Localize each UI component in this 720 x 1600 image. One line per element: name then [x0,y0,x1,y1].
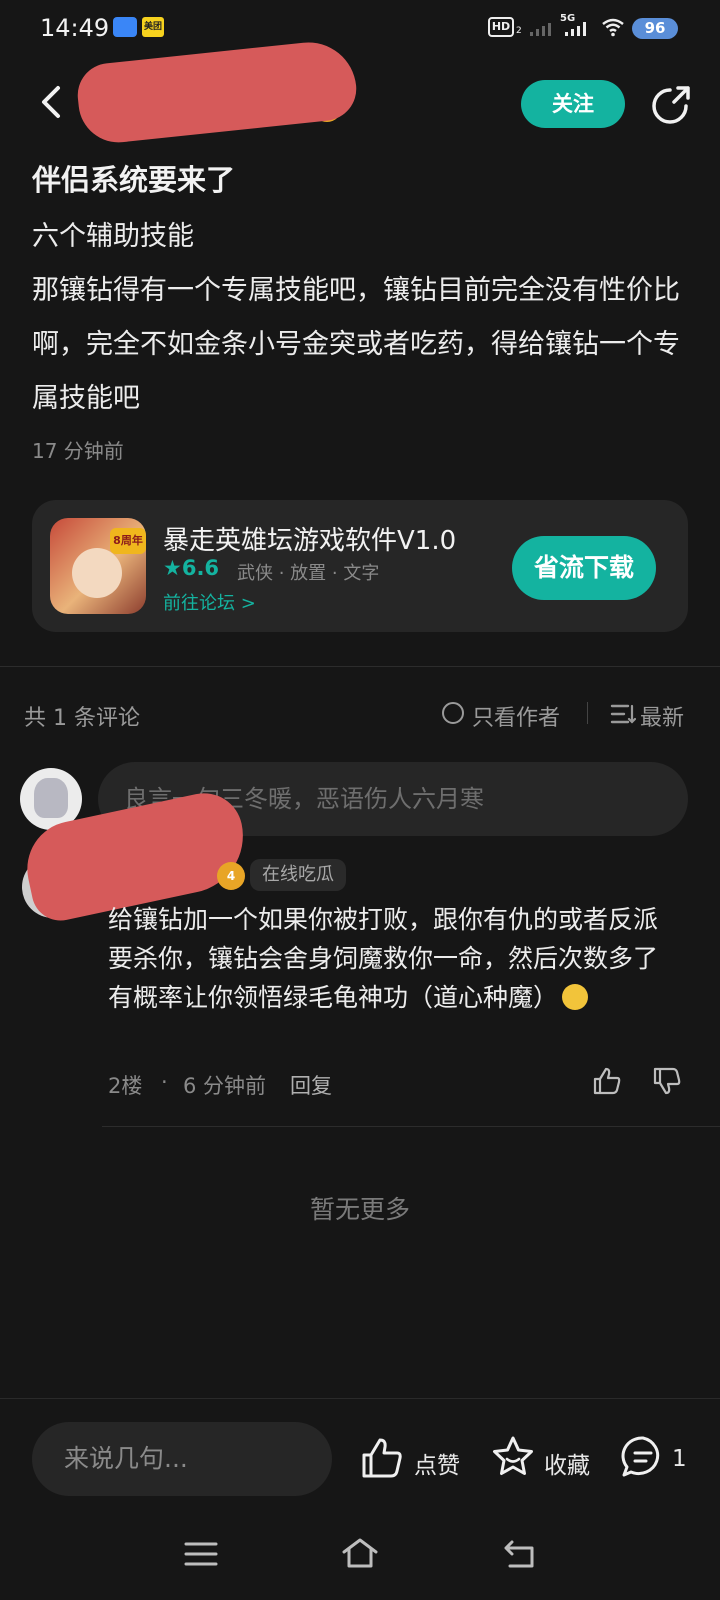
recent-apps-icon[interactable] [184,1540,218,1568]
commenter-tag: 在线吃瓜 [250,859,346,891]
thumbs-down-icon[interactable] [652,1066,682,1096]
status-time: 14:49 [40,14,110,42]
comment-separator: · [161,1070,168,1094]
home-icon[interactable] [340,1536,380,1570]
sort-latest[interactable]: 最新 [640,700,684,732]
wifi-icon [602,18,624,37]
star-icon[interactable] [490,1434,536,1480]
hd-voice-sub: 2 [516,26,522,36]
divider [102,1126,720,1127]
commenter-level-badge: 4 [217,862,245,890]
like-button-label[interactable]: 点赞 [414,1446,460,1480]
sort-icon[interactable] [610,703,636,725]
author-only-filter[interactable]: 只看作者 [472,700,560,732]
back-button[interactable] [30,80,74,124]
comment-floor: 2楼 [108,1074,143,1098]
like-icon[interactable] [360,1436,404,1480]
download-button[interactable]: 省流下载 [512,536,656,600]
hd-voice-icon: HD [488,17,514,37]
go-to-forum-link[interactable]: 前往论坛 > [163,589,256,615]
comment-count-badge[interactable]: 1 [672,1446,687,1472]
comment-time: 6 分钟前 [183,1074,267,1098]
game-icon[interactable]: 8周年 [50,518,146,614]
game-name[interactable]: 暴走英雄坛游戏软件V1.0 [163,520,456,557]
game-rating: ★6.6 [163,556,220,580]
divider [0,1398,720,1399]
app-notification-icon [113,17,137,37]
post-timestamp: 17 分钟前 [32,439,124,463]
redaction-mark [74,37,360,147]
back-nav-icon[interactable] [502,1538,538,1570]
game-tags: 武侠 · 放置 · 文字 [237,563,380,584]
follow-button[interactable]: 关注 [521,80,625,128]
favorite-button-label[interactable]: 收藏 [544,1446,590,1480]
thumbs-up-icon[interactable] [592,1066,622,1096]
game-icon-character [72,548,122,598]
signal-strong-icon [565,22,586,36]
divider [0,666,720,667]
share-icon[interactable] [648,84,692,128]
anniversary-badge: 8周年 [110,528,146,554]
post-title: 伴侣系统要来了 [32,163,236,197]
divider [587,702,588,724]
meituan-notification-icon: 美团 [142,17,164,37]
comment-icon[interactable] [620,1434,666,1480]
comment-body: 给镶钻加一个如果你被打败，跟你有仇的或者反派要杀你，镶钻会舍身饲魔救你一命，然后… [108,905,659,1012]
comment-count: 共 1 条评论 [24,706,140,731]
post-body: 六个辅助技能 那镶钻得有一个专属技能吧，镶钻目前完全没有性价比啊，完全不如金条小… [32,221,680,414]
reply-button[interactable]: 回复 [290,1070,332,1100]
no-more-label: 暂无更多 [309,1195,410,1224]
radio-circle-icon[interactable] [442,702,464,724]
battery-level: 96 [632,18,678,39]
signal-weak-icon [530,23,551,36]
smile-emoji-icon [562,984,589,1010]
reply-input[interactable]: 来说几句... [32,1422,332,1496]
